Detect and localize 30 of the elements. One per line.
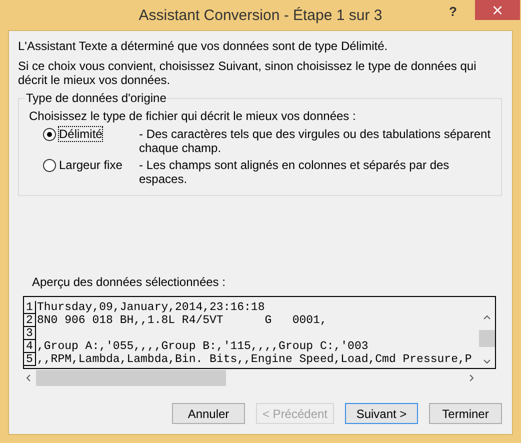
- hint-text: Si ce choix vous convient, choisissez Suivant, sinon choisissez le type de données qui décrit le mieux vos données.: [18, 59, 478, 87]
- option-description: - Les champs sont alignés en colonnes et séparés par des espaces.: [139, 158, 450, 186]
- line-number: 3: [24, 327, 36, 340]
- scrollbar-thumb[interactable]: [36, 370, 226, 386]
- prompt-text: Choisissez le type de fichier qui décrit le mieux vos données :: [29, 109, 357, 123]
- scroll-up-icon[interactable]: [482, 315, 490, 320]
- scroll-right-icon[interactable]: [469, 374, 474, 382]
- line-number: 1: [24, 301, 36, 314]
- option-description: - Des caractères tels que des virgules ou des tabulations séparent chaque champ.: [139, 127, 491, 155]
- scroll-left-icon[interactable]: [26, 374, 31, 382]
- line-number: 4: [24, 340, 36, 353]
- radio-option[interactable]: Délimité: [43, 127, 139, 155]
- dialog-button[interactable]: Annuler: [172, 403, 245, 424]
- preview-line: ,Group A:,'055,,,,Group B:,'115,,,,Group C:,'003: [36, 340, 368, 353]
- preview-line: ,,RPM,Lambda,Lambda,Bin. Bits,,Engine Speed,Load,Cmd Pressure,P: [36, 353, 472, 366]
- preview-label: Aperçu des données sélectionnées :: [32, 275, 226, 289]
- preview-line: Thursday,09,January,2014,23:16:18: [36, 301, 265, 314]
- dialog-button[interactable]: Suivant >: [345, 403, 418, 424]
- scroll-down-icon[interactable]: [482, 359, 490, 364]
- line-number: 2: [24, 314, 36, 327]
- intro-text: L'Assistant Texte a déterminé que vos données sont de type Délimité.: [18, 39, 389, 53]
- help-button[interactable]: ?: [449, 4, 457, 19]
- preview-line: 8N0 906 018 BH,,1.8L R4/5VT G 0001,: [36, 314, 327, 327]
- radio-option[interactable]: Largeur fixe: [43, 158, 139, 186]
- group-title: Type de données d'origine: [25, 91, 168, 105]
- close-button[interactable]: ×: [475, 0, 520, 20]
- scrollbar-thumb[interactable]: [478, 330, 494, 347]
- line-number: 5: [24, 353, 36, 366]
- dialog-button[interactable]: Terminer: [429, 403, 502, 424]
- window-title: Assistant Conversion - Étape 1 sur 3: [138, 6, 382, 24]
